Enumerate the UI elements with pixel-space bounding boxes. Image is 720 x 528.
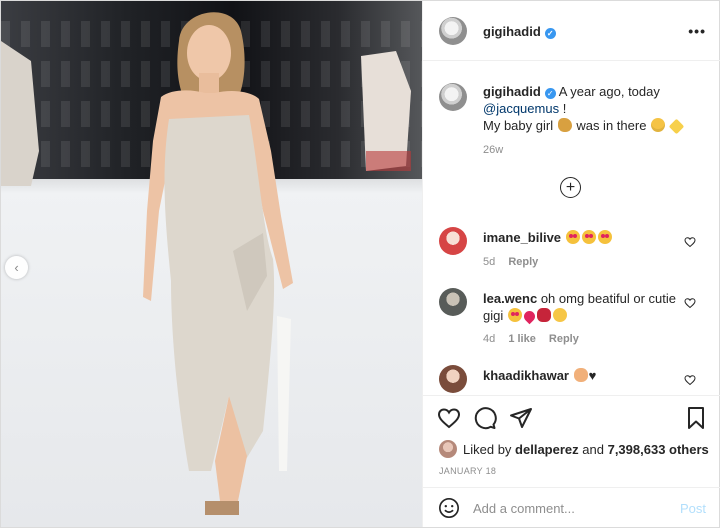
- like-comment-heart-icon[interactable]: [684, 374, 696, 386]
- previous-image-button[interactable]: ‹: [5, 256, 28, 279]
- comment-text: khaadikhawar ♥: [483, 367, 683, 384]
- save-bookmark-icon[interactable]: [684, 406, 708, 430]
- like-comment-heart-icon[interactable]: [684, 297, 696, 309]
- comment-input[interactable]: [473, 497, 663, 519]
- likes-summary: Liked by dellaperez and 7,398,633 others: [439, 440, 709, 458]
- commenter-avatar[interactable]: [439, 288, 467, 316]
- like-heart-icon[interactable]: [437, 406, 461, 430]
- heart-eyes-emoji-icon: [581, 230, 596, 244]
- comment-username[interactable]: khaadikhawar: [483, 368, 569, 383]
- heart-eyes-emoji-icon: [507, 308, 522, 322]
- post-actions: Liked by dellaperez and 7,398,633 others…: [423, 395, 720, 487]
- chevron-left-icon: ‹: [14, 260, 19, 275]
- heart-eyes-emoji-icon: [565, 230, 580, 244]
- comment-meta: 5d Reply: [483, 256, 548, 268]
- caption-text: gigihadid ✓ A year ago, today @jacquemus …: [483, 83, 708, 135]
- emoji-picker-icon[interactable]: [438, 497, 460, 519]
- caption-username[interactable]: gigihadid: [483, 84, 541, 99]
- comment-bubble-icon[interactable]: [473, 406, 497, 430]
- header-username[interactable]: gigihadid: [483, 24, 541, 39]
- post-side-panel: gigihadid ✓ ••• gigihadid ✓ A year ago, to…: [422, 1, 720, 527]
- smiling-face-emoji-icon: [552, 308, 567, 322]
- crying-face-emoji-icon: [651, 118, 666, 132]
- black-heart-icon: ♥: [588, 368, 597, 383]
- caption-line2-after: was in there: [576, 118, 647, 133]
- more-options-icon[interactable]: •••: [688, 23, 706, 39]
- heart-eyes-emoji-icon: [597, 230, 612, 244]
- post-comment-button[interactable]: Post: [680, 501, 706, 516]
- comment-username[interactable]: lea.wenc: [483, 291, 537, 306]
- liked-by-prefix: Liked by: [463, 441, 512, 457]
- sparkles-emoji-icon: [668, 118, 684, 135]
- runway-model-figure: [1, 12, 411, 515]
- caption-exclaim: !: [562, 101, 567, 116]
- like-comment-heart-icon[interactable]: [684, 236, 696, 248]
- commenter-avatar[interactable]: [439, 365, 467, 393]
- red-heart-emoji-icon: [521, 308, 538, 325]
- comment-username[interactable]: imane_bilive: [483, 230, 561, 245]
- post-photo[interactable]: ‹: [1, 1, 422, 527]
- plus-icon: +: [565, 178, 576, 196]
- header-username-row: gigihadid ✓: [483, 24, 556, 39]
- commenter-avatar[interactable]: [439, 227, 467, 255]
- comment-time[interactable]: 5d: [483, 256, 495, 268]
- avatar[interactable]: [439, 17, 467, 45]
- comment-time[interactable]: 4d: [483, 333, 495, 345]
- post-header: gigihadid ✓ •••: [423, 1, 720, 61]
- comment-like-count[interactable]: 1 like: [508, 333, 536, 345]
- comment-text: lea.wenc oh omg beatiful or cutie gigi: [483, 290, 683, 325]
- share-send-icon[interactable]: [509, 406, 533, 430]
- baby-emoji-icon: [557, 118, 572, 132]
- verified-badge-icon: ✓: [544, 28, 556, 39]
- caption-avatar[interactable]: [439, 83, 467, 111]
- caption-line1: A year ago, today: [558, 84, 660, 99]
- caption-timestamp[interactable]: 26w: [483, 144, 503, 156]
- reply-button[interactable]: Reply: [549, 333, 579, 345]
- comment-meta: 4d 1 like Reply: [483, 333, 589, 345]
- comment-text: imane_bilive: [483, 229, 683, 246]
- post-date[interactable]: January 18: [439, 466, 496, 476]
- liker-avatar[interactable]: [439, 440, 457, 458]
- load-more-comments-button[interactable]: +: [560, 177, 581, 198]
- liked-by-and: and: [582, 441, 604, 457]
- caption-line2: My baby girl: [483, 118, 554, 133]
- rose-emoji-icon: [536, 308, 551, 322]
- caption-mention-link[interactable]: @jacquemus: [483, 101, 559, 116]
- liked-by-count[interactable]: 7,398,633 others: [608, 442, 709, 457]
- verified-badge-icon: ✓: [544, 88, 556, 99]
- palms-together-emoji-icon: [573, 368, 588, 382]
- reply-button[interactable]: Reply: [508, 256, 538, 268]
- liked-by-user[interactable]: dellaperez: [515, 442, 579, 457]
- add-comment-bar: Post: [423, 487, 720, 527]
